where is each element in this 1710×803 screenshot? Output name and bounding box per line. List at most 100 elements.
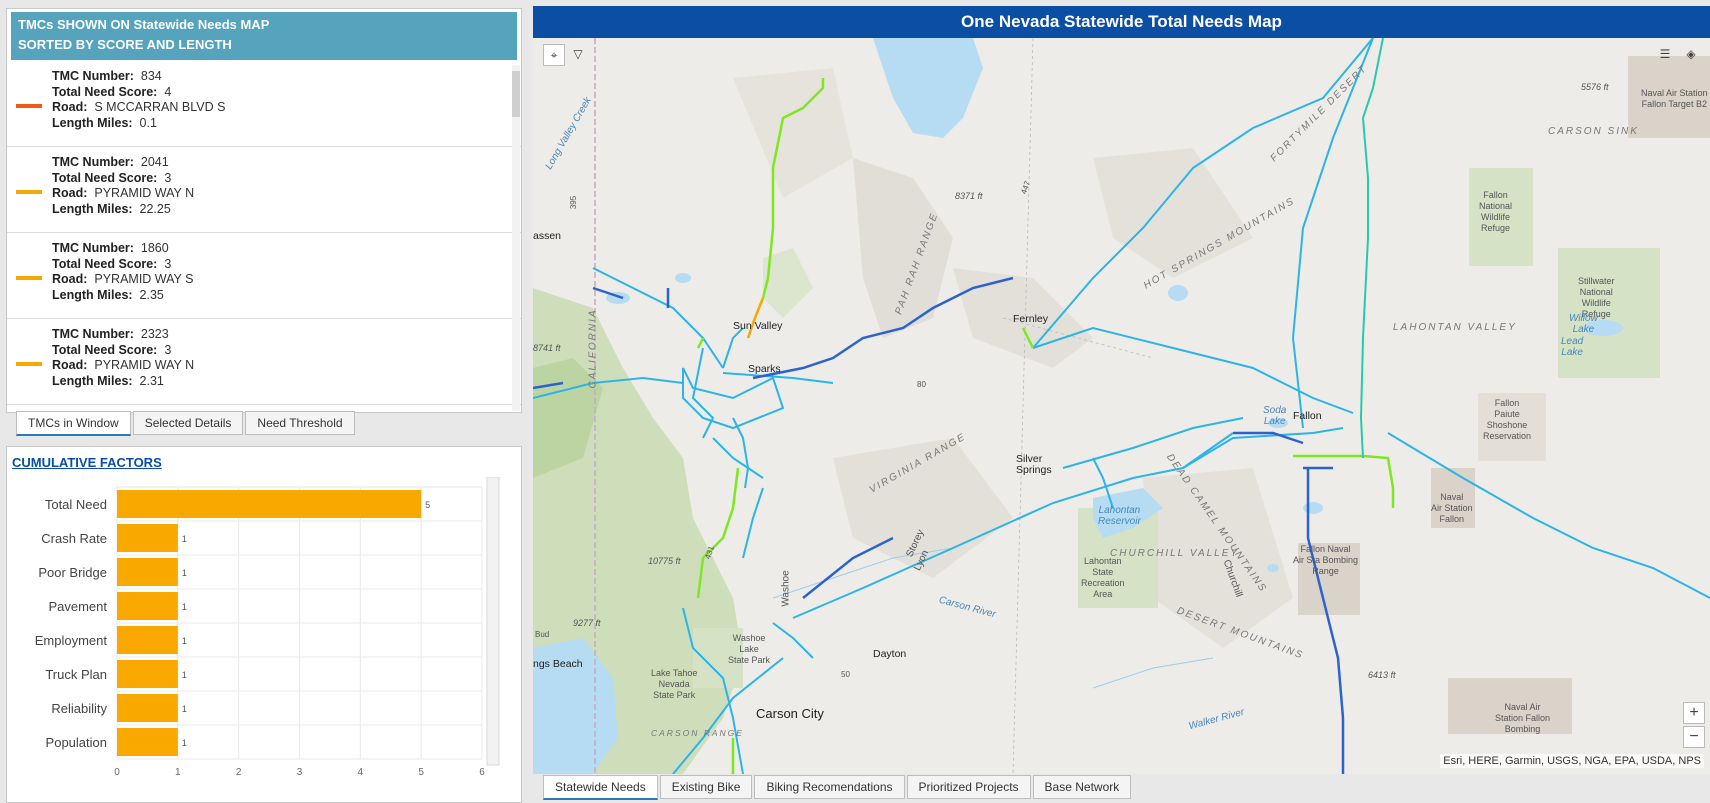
label-elev-6413: 6413 ft (1368, 670, 1396, 680)
statewide-needs-map[interactable]: Sun Valley Sparks Fernley Fallon Silver … (533, 38, 1710, 774)
length-value: 22.25 (139, 201, 171, 216)
label-washoe: Washoe (780, 570, 792, 607)
label-elev-5576: 5576 ft (1581, 82, 1609, 92)
scrollbar-thumb[interactable] (512, 71, 520, 117)
map-tab-bar: Statewide Needs Existing Bike Biking Recom… (543, 775, 1133, 801)
category-label: Employment (35, 633, 108, 648)
tmc-list[interactable]: TMC Number: 834 Total Need Score: 4 Road… (7, 61, 521, 417)
label-churchill-valley: CHURCHILL VALLEY (1110, 548, 1240, 559)
zoom-in-button[interactable]: + (1683, 702, 1705, 724)
lake (675, 273, 691, 283)
data-label: 1 (182, 704, 187, 714)
need-score-label: Total Need Score: (52, 170, 158, 185)
data-label: 1 (182, 602, 187, 612)
tmc-number-row: TMC Number: 2041 (52, 155, 521, 171)
label-elev-8371: 8371 ft (955, 191, 983, 201)
road-row: Road: PYRAMID WAY N (52, 186, 521, 202)
tmc-number-label: TMC Number: (52, 241, 134, 255)
tmc-number-value: 2041 (140, 155, 169, 169)
lake (1168, 285, 1188, 301)
road-row: Road: PYRAMID WAY S (52, 272, 521, 288)
tab-existing-bike[interactable]: Existing Bike (659, 775, 753, 799)
label-hwy-50: 50 (841, 670, 850, 679)
label-assen: assen (533, 230, 562, 242)
layers-icon[interactable]: ◈ (1680, 44, 1702, 66)
need-score-label: Total Need Score: (52, 256, 158, 271)
need-score-value: 3 (164, 342, 172, 357)
label-hwy-80: 80 (917, 380, 926, 389)
bar (117, 694, 178, 722)
tmc-number-row: TMC Number: 834 (52, 69, 521, 85)
label-ngs-beach: ngs Beach (533, 658, 583, 670)
tmc-number-value: 2323 (140, 327, 169, 341)
tmc-list-item[interactable]: TMC Number: 1860 Total Need Score: 3 Roa… (7, 233, 521, 319)
road-row: Road: PYRAMID WAY N (52, 358, 521, 374)
tab-prioritized-projects[interactable]: Prioritized Projects (906, 775, 1031, 799)
label-washoe-lake: Washoe Lake State Park (728, 633, 771, 665)
tmc-list-item[interactable]: TMC Number: 2041 Total Need Score: 3 Roa… (7, 147, 521, 233)
lake (1303, 502, 1323, 514)
label-naval-air-target: Naval Air Station Fallon Target B2 (1641, 88, 1708, 109)
length-label: Length Miles: (52, 115, 133, 130)
cumulative-factors-chart: 0 1 2 3 4 5 6 Total Need 5 Crash Rate 1 Poor Bridge… (35, 477, 500, 778)
label-sun-valley: Sun Valley (733, 320, 783, 332)
length-row: Length Miles: 2.35 (52, 288, 521, 304)
tab-statewide-needs[interactable]: Statewide Needs (543, 775, 658, 800)
map-title: One Nevada Statewide Total Needs Map (533, 6, 1710, 38)
bar (117, 728, 178, 756)
label-lead-lake: Lead Lake (1561, 336, 1584, 358)
label-lahontan-reservoir: Lahontan Reservoir (1098, 505, 1141, 527)
road-color-swatch (16, 362, 42, 366)
data-label: 1 (182, 534, 187, 544)
x-tick-label: 3 (297, 767, 303, 778)
zoom-out-button[interactable]: − (1683, 726, 1705, 748)
x-tick-label: 1 (175, 767, 181, 778)
road-value: S MCCARRAN BLVD S (94, 100, 226, 114)
category-label: Crash Rate (41, 531, 107, 546)
category-label: Poor Bridge (38, 565, 107, 580)
need-score-row: Total Need Score: 4 (52, 85, 521, 101)
category-label: Population (46, 735, 107, 750)
tab-biking-recomendations[interactable]: Biking Recomendations (754, 775, 905, 799)
label-fallon-reservation: Fallon Paiute Shoshone Reservation (1483, 398, 1532, 441)
label-soda-lake: Soda Lake (1263, 405, 1287, 427)
label-willow-lake: Willow Lake (1569, 313, 1598, 335)
need-score-row: Total Need Score: 3 (52, 257, 521, 273)
length-label: Length Miles: (52, 287, 133, 302)
need-score-value: 3 (164, 170, 172, 185)
length-value: 2.31 (139, 373, 164, 388)
select-tool-button[interactable]: ⌖ (543, 44, 565, 66)
data-label: 1 (182, 568, 187, 578)
need-score-row: Total Need Score: 3 (52, 343, 521, 359)
tab-selected-details[interactable]: Selected Details (132, 411, 244, 435)
label-lake-tahoe-park: Lake Tahoe Nevada State Park (651, 668, 698, 700)
road-color-swatch (16, 190, 42, 194)
chart-title[interactable]: CUMULATIVE FACTORS (12, 455, 162, 470)
label-carson-range: CARSON RANGE (651, 728, 744, 738)
legend-icon[interactable]: ☰ (1654, 44, 1676, 66)
x-tick-label: 6 (479, 767, 485, 778)
tab-tmcs-in-window[interactable]: TMCs in Window (16, 411, 131, 436)
tmc-list-item[interactable]: TMC Number: 834 Total Need Score: 4 Road… (7, 61, 521, 147)
map-canvas[interactable] (533, 38, 1710, 774)
tmc-number-label: TMC Number: (52, 69, 134, 83)
length-label: Length Miles: (52, 201, 133, 216)
data-label: 1 (182, 738, 187, 748)
tab-base-network[interactable]: Base Network (1032, 775, 1132, 799)
label-lahontan-recreation: Lahontan State Recreation Area (1081, 556, 1125, 599)
select-dropdown-button[interactable]: ▽ (567, 44, 589, 66)
label-sparks: Sparks (748, 363, 781, 375)
tmc-list-item[interactable]: TMC Number: 2323 Total Need Score: 3 Roa… (7, 319, 521, 405)
tab-need-threshold[interactable]: Need Threshold (245, 411, 355, 435)
length-row: Length Miles: 2.31 (52, 374, 521, 390)
tmc-list-header: TMCs SHOWN ON Statewide Needs MAP SORTED… (11, 12, 517, 60)
bar (117, 524, 178, 552)
bar (117, 558, 178, 586)
x-tick-label: 2 (236, 767, 242, 778)
label-carson-sink: CARSON SINK (1548, 126, 1639, 137)
tmc-number-label: TMC Number: (52, 327, 134, 341)
category-label: Truck Plan (45, 667, 107, 682)
category-label: Total Need (45, 497, 107, 512)
data-label: 5 (425, 500, 430, 510)
tmc-list-scrollbar[interactable] (512, 65, 520, 411)
